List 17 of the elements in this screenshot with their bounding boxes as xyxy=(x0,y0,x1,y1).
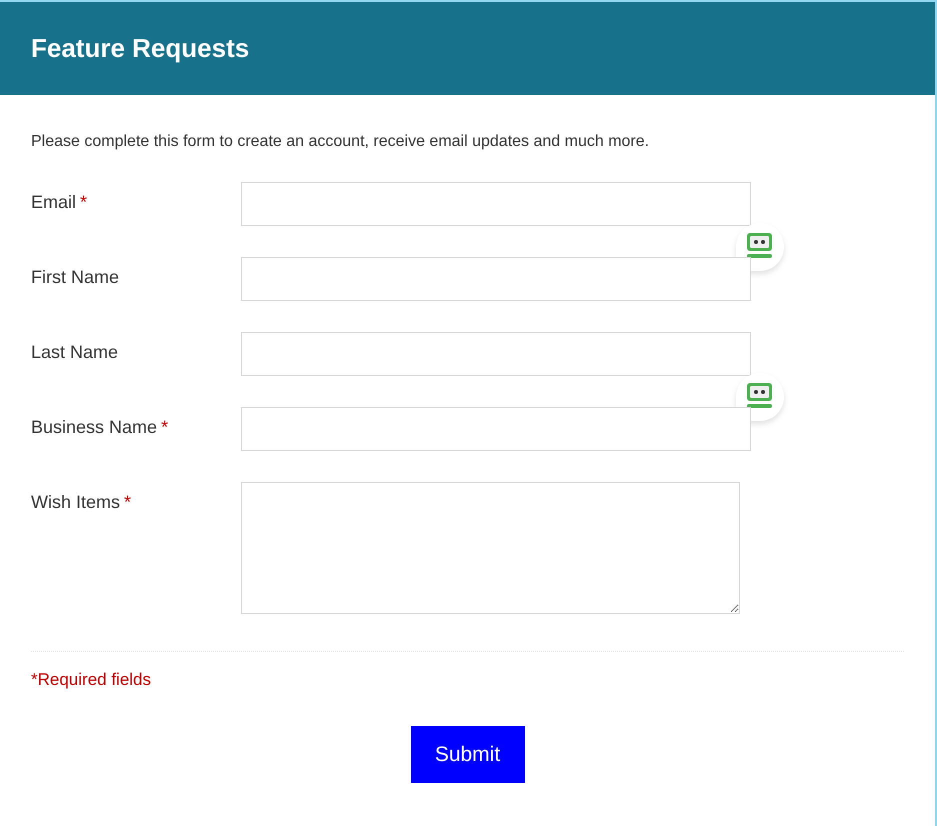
field-label: Last Name xyxy=(31,342,118,362)
submit-button[interactable]: Submit xyxy=(410,726,524,783)
intro-text: Please complete this form to create an account, receive email updates and much more. xyxy=(31,132,650,152)
field-label: Email xyxy=(31,192,76,212)
required-mark: * xyxy=(80,192,88,212)
page-title: Feature Requests xyxy=(31,32,250,65)
required-mark: * xyxy=(161,417,168,437)
input-field[interactable] xyxy=(241,332,751,376)
input-field[interactable] xyxy=(241,257,751,301)
input-field[interactable] xyxy=(241,407,751,451)
field-label: Wish Items xyxy=(31,492,120,512)
required-note: *Required fields xyxy=(31,670,152,689)
field-label: Business Name xyxy=(31,417,158,437)
input-field[interactable] xyxy=(241,182,751,226)
field-label: First Name xyxy=(31,267,120,287)
required-mark: * xyxy=(124,492,132,512)
text-area[interactable] xyxy=(241,482,740,614)
